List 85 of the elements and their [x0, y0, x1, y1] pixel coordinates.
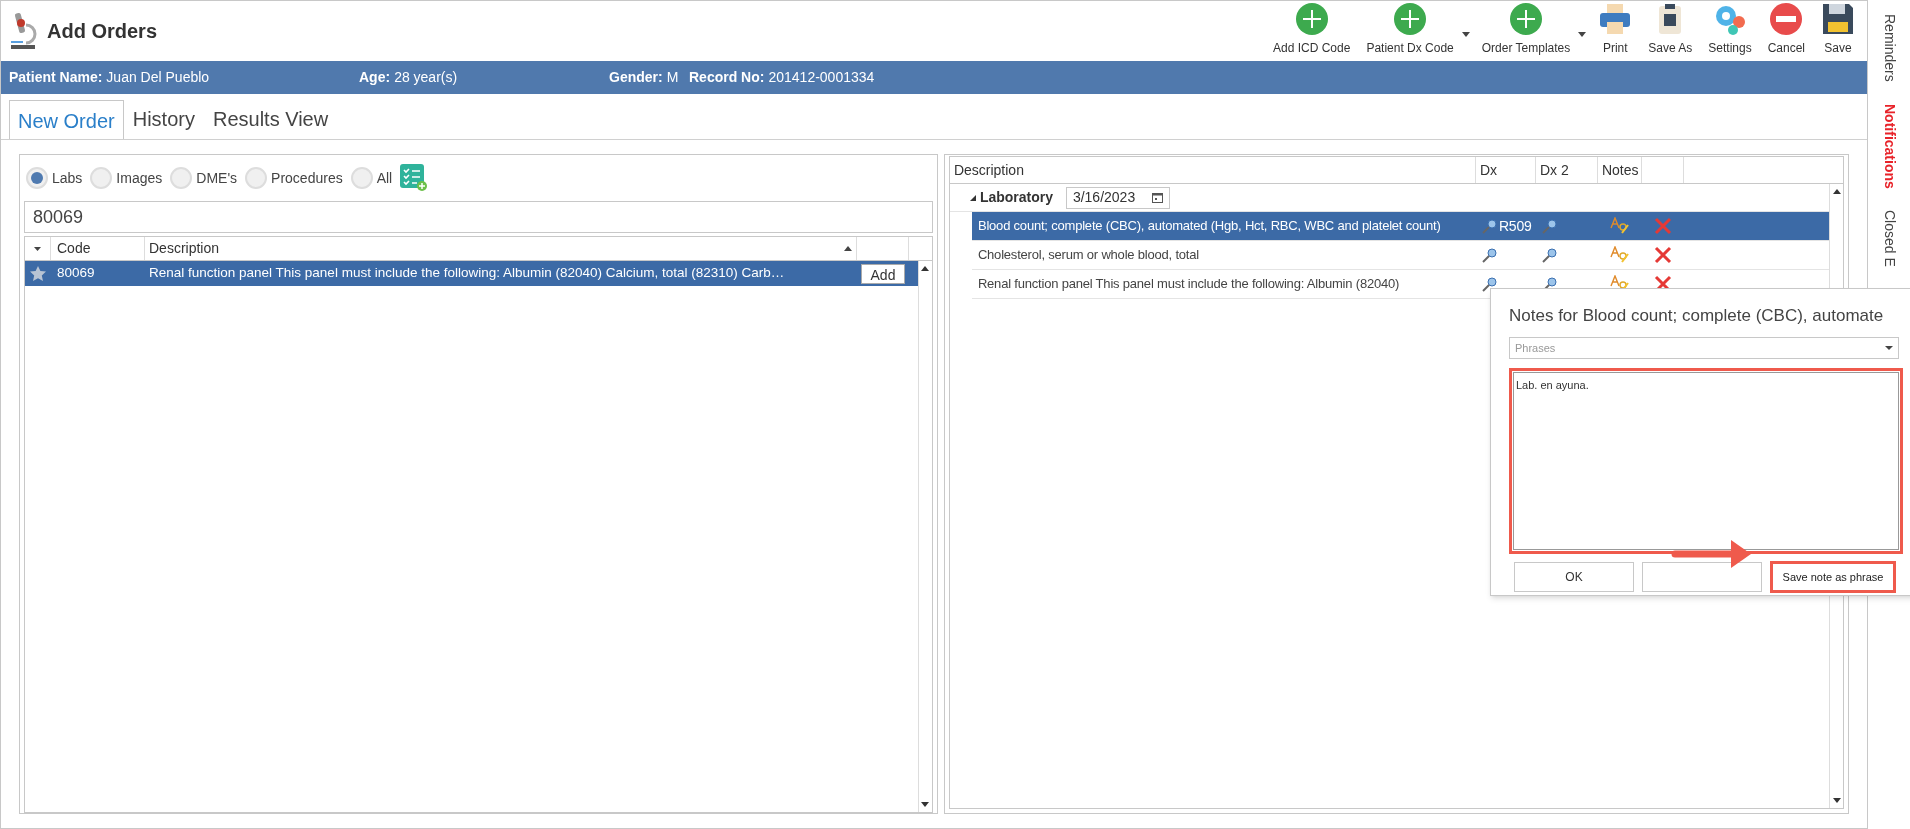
plus-circle-icon [1509, 2, 1543, 36]
magnifier-icon[interactable] [1541, 218, 1557, 234]
group-label: Laboratory [979, 188, 1055, 207]
magnifier-icon[interactable] [1481, 218, 1497, 234]
scroll-up-icon[interactable] [1832, 188, 1841, 194]
dropdown-caret-icon[interactable] [34, 246, 41, 251]
column-header[interactable]: Notes [1597, 157, 1642, 183]
microscope-icon [9, 11, 39, 51]
dx-code: R509 [1498, 216, 1532, 236]
column-header-label: Description [149, 239, 220, 258]
dropdown-caret-icon[interactable] [1578, 32, 1587, 37]
printer-icon [1598, 2, 1633, 36]
ok-button[interactable]: OK [1514, 562, 1634, 592]
radio-button[interactable] [26, 167, 48, 189]
note-text-area[interactable]: Lab. en ayuna. [1509, 368, 1903, 554]
notes-pencil-icon[interactable] [1609, 246, 1630, 264]
scroll-down-icon[interactable] [1832, 798, 1841, 804]
side-tab[interactable]: Reminders [1878, 14, 1900, 82]
code-cell-text: 80069 [56, 264, 96, 283]
add-button[interactable]: Add [861, 263, 905, 284]
tab[interactable]: New Order [9, 100, 124, 140]
field-label: Record No: [689, 68, 765, 87]
radio-label: Procedures [271, 168, 343, 188]
toolbar-button[interactable]: Save [1813, 2, 1863, 57]
field-label: Age: [359, 68, 391, 87]
plus-circle-icon [1393, 2, 1428, 36]
scrollbar[interactable] [917, 261, 932, 812]
column-header[interactable]: Code [51, 237, 145, 260]
result-row[interactable]: 80069 Renal function panel This panel must include the following: Albumin (82040) Calcium, total (82310) Carb… Add [25, 261, 918, 286]
description-cell-text: Cholesterol, serum or whole blood, total [976, 246, 1200, 265]
plus-circle-icon [1294, 2, 1329, 36]
magnifier-icon[interactable] [1541, 247, 1557, 263]
field-value: Juan Del Pueblo [106, 68, 210, 87]
order-row[interactable]: Cholesterol, serum or whole blood, total [971, 241, 1829, 270]
order-row[interactable]: Blood count; complete (CBC), automated (Hgb, Hct, RBC, WBC and platelet count) R509 [971, 212, 1829, 241]
tab[interactable]: Results View [203, 99, 338, 139]
toolbar-button[interactable]: Cancel [1759, 2, 1813, 57]
column-header[interactable]: Dx [1475, 157, 1536, 183]
description-cell-text: Renal function panel This panel must include the following: Albumin (82040) [976, 275, 1401, 294]
checklist-add-icon[interactable] [400, 164, 429, 192]
dropdown-caret-icon[interactable] [1885, 346, 1893, 350]
radio-label: Images [116, 168, 163, 188]
column-header[interactable]: Dx 2 [1535, 157, 1598, 183]
star-icon[interactable] [30, 266, 46, 281]
delete-icon[interactable] [1653, 246, 1672, 264]
description-cell-text: Renal function panel This panel must include the following: Albumin (82040) Calcium, total (82310) Carb… [148, 264, 786, 283]
collapse-arrow-icon[interactable] [969, 194, 976, 201]
radio-button[interactable] [90, 167, 113, 189]
column-header[interactable]: Description [949, 157, 1476, 183]
radio-label: Labs [52, 168, 83, 188]
popup-title: Notes for Blood count; complete (CBC), automate [1509, 305, 1884, 327]
scroll-down-icon[interactable] [921, 802, 930, 808]
description-cell-text: Blood count; complete (CBC), automated (Hgb, Hct, RBC, WBC and platelet count) [976, 217, 1442, 236]
date-field[interactable]: 3/16/2023 [1065, 186, 1170, 209]
save-phrase-button[interactable]: Save note as phrase [1770, 561, 1896, 593]
magnifier-icon[interactable] [1481, 247, 1497, 263]
toolbar-button[interactable]: Print [1590, 2, 1641, 57]
toolbar-button[interactable]: Order Templates [1473, 2, 1579, 57]
side-tab[interactable]: Notifications [1878, 103, 1900, 189]
toolbar-button[interactable]: Save As [1640, 2, 1701, 57]
field-value: 201412-0001334 [768, 68, 875, 87]
search-field[interactable]: 80069 [24, 201, 933, 233]
radio-label: DME's [196, 168, 238, 188]
window-title: Add Orders [47, 19, 158, 44]
field-label: Patient Name: [9, 68, 103, 87]
field-label: Gender: [609, 68, 663, 87]
radio-button[interactable] [245, 167, 268, 189]
scroll-up-icon[interactable] [921, 265, 930, 271]
sort-ascending-icon [844, 246, 852, 251]
tab[interactable]: History [123, 99, 204, 139]
field-value: 28 year(s) [394, 68, 458, 87]
toolbar-button[interactable]: Add ICD Code [1265, 2, 1359, 57]
radio-button[interactable] [350, 167, 373, 189]
notes-pencil-icon[interactable] [1609, 217, 1630, 235]
side-tab[interactable]: Closed E [1878, 210, 1900, 268]
calendar-icon[interactable] [1151, 192, 1163, 203]
stop-sign-icon [1769, 2, 1804, 36]
radio-button[interactable] [170, 167, 193, 189]
field-value: M [666, 68, 679, 87]
magnifier-icon[interactable] [1481, 276, 1497, 292]
radio-label: All [376, 168, 393, 188]
toolbar-button[interactable]: Settings [1700, 2, 1760, 57]
column-header[interactable]: Description [145, 237, 857, 260]
dropdown-caret-icon[interactable] [1461, 32, 1470, 37]
toolbar-button[interactable]: Patient Dx Code [1358, 2, 1462, 57]
